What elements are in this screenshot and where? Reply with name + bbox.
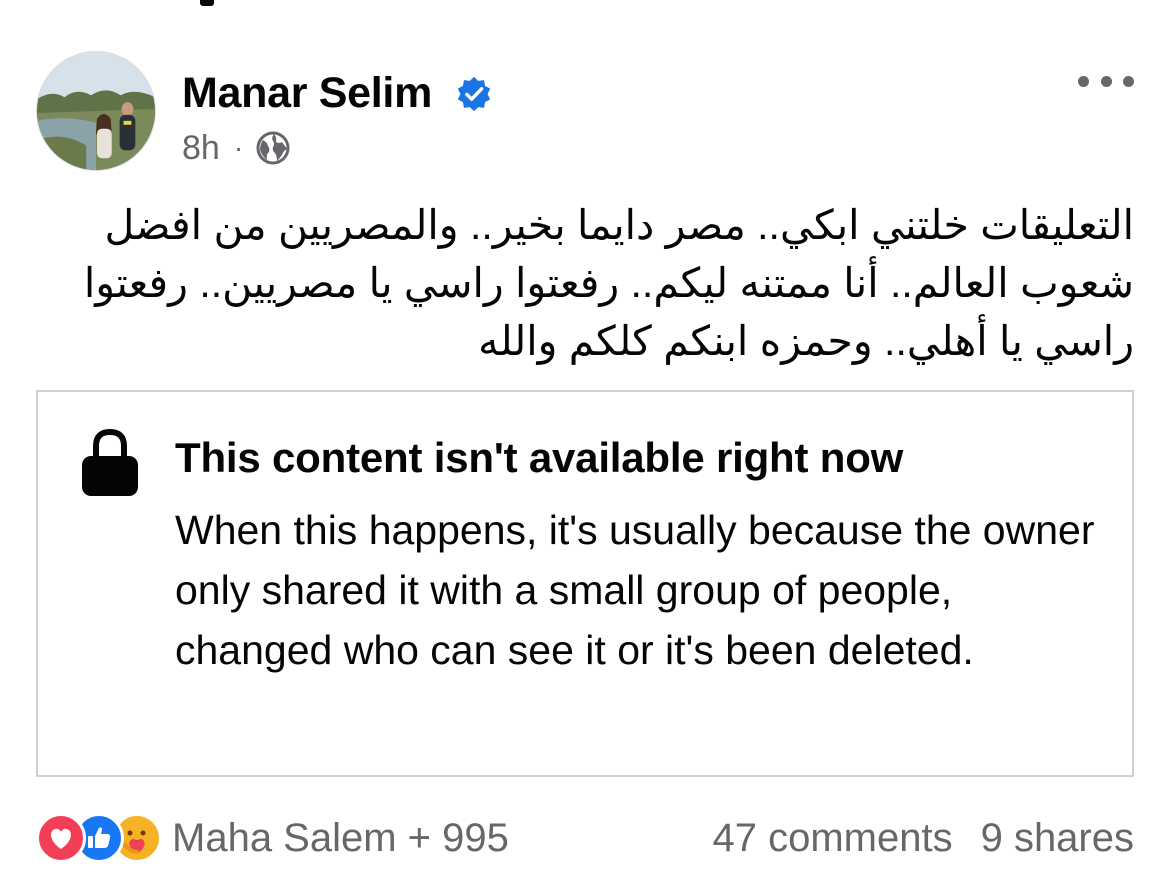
more-dot [1100, 75, 1112, 87]
engagement-counts: 47 comments 9 shares [712, 816, 1134, 861]
meta-separator: · [233, 132, 244, 163]
unavailable-title: This content isn't available right now [175, 434, 904, 481]
reactions-summary[interactable] [36, 813, 162, 863]
more-options-icon[interactable] [1078, 64, 1134, 98]
avatar-photo [37, 52, 155, 170]
post-footer: Maha Salem + 995 47 comments 9 shares [36, 810, 1134, 866]
more-dot [1078, 75, 1089, 87]
post-text: التعليقات خلتني ابكي.. مصر دايما بخير.. … [83, 202, 1134, 364]
comments-count[interactable]: 47 comments [712, 816, 952, 861]
post-meta: 8h · [182, 126, 291, 170]
reactions-text[interactable]: Maha Salem + 995 [172, 816, 509, 861]
globe-icon[interactable] [255, 130, 291, 166]
unavailable-description: When this happens, it's usually because … [175, 507, 1095, 673]
lock-icon [82, 428, 138, 496]
heart-icon [51, 828, 71, 849]
verified-badge-icon [457, 76, 491, 112]
avatar[interactable] [36, 51, 156, 171]
author-name[interactable]: Manar Selim [182, 68, 432, 118]
previous-post-fragment [200, 0, 214, 6]
post-time[interactable]: 8h [182, 129, 220, 168]
more-dot [1123, 75, 1134, 87]
love-reaction-icon [36, 813, 86, 863]
shares-count[interactable]: 9 shares [981, 816, 1134, 861]
